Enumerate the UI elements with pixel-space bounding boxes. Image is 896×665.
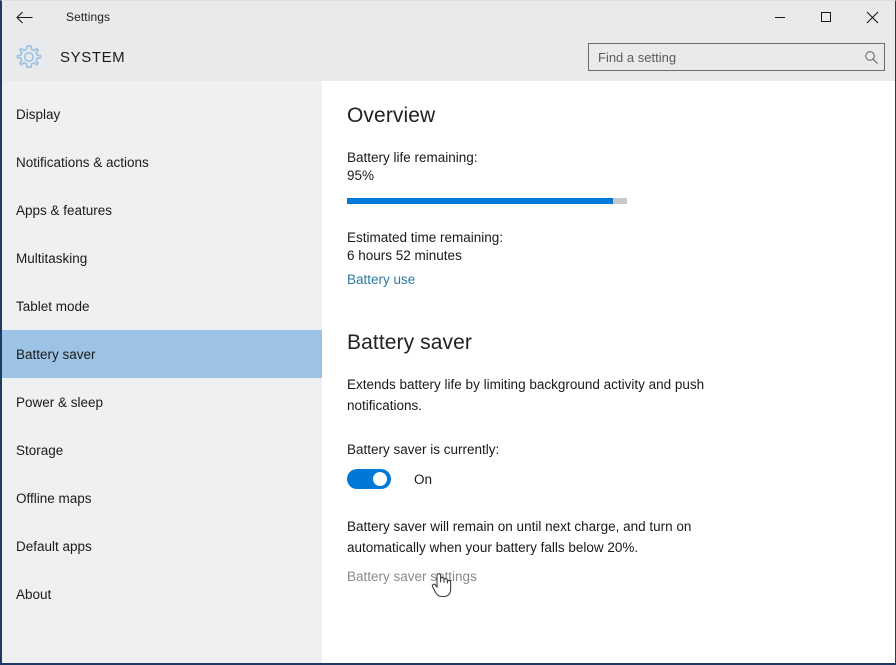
sidebar-item-label: Offline maps [16,491,92,506]
window-controls [757,1,895,33]
battery-use-link[interactable]: Battery use [347,272,415,287]
sidebar-item-label: About [16,587,51,602]
battery-saver-note: Battery saver will remain on until next … [347,516,742,558]
sidebar-item-offline-maps[interactable]: Offline maps [2,474,322,522]
search-box[interactable]: Find a setting [588,43,885,71]
estimated-time-value: 6 hours 52 minutes [347,248,895,263]
settings-window: Settings [0,0,896,665]
minimize-button[interactable] [757,1,803,33]
category-title: SYSTEM [60,49,125,66]
maximize-button[interactable] [803,1,849,33]
sidebar-item-label: Power & sleep [16,395,103,410]
sidebar-item-default-apps[interactable]: Default apps [2,522,322,570]
sidebar-item-power-sleep[interactable]: Power & sleep [2,378,322,426]
sidebar-item-notifications-actions[interactable]: Notifications & actions [2,138,322,186]
maximize-icon [820,11,832,23]
toggle-state-label: On [414,472,432,487]
back-button[interactable] [2,1,46,33]
close-icon [866,11,879,24]
settings-sidebar: Display Notifications & actions Apps & f… [2,81,322,663]
sidebar-item-label: Apps & features [16,203,112,218]
sidebar-item-label: Multitasking [16,251,87,266]
sidebar-item-label: Battery saver [16,347,96,362]
title-bar: Settings [2,1,895,33]
estimated-time-label: Estimated time remaining: [347,230,895,245]
sidebar-item-label: Tablet mode [16,299,90,314]
sidebar-item-battery-saver[interactable]: Battery saver [2,330,322,378]
battery-life-value: 95% [347,168,895,183]
battery-saver-toggle-row: On [347,469,895,489]
window-title: Settings [66,10,110,24]
battery-saver-description: Extends battery life by limiting backgro… [347,374,757,416]
battery-life-label: Battery life remaining: [347,150,895,165]
search-input[interactable]: Find a setting [589,51,858,64]
sidebar-item-tablet-mode[interactable]: Tablet mode [2,282,322,330]
search-icon[interactable] [858,50,884,65]
battery-saver-settings-link[interactable]: Battery saver settings [347,569,477,584]
sidebar-item-apps-features[interactable]: Apps & features [2,186,322,234]
settings-header: SYSTEM Find a setting [2,33,895,81]
toggle-knob [373,472,387,486]
minimize-icon [774,11,786,23]
sidebar-item-multitasking[interactable]: Multitasking [2,234,322,282]
sidebar-item-label: Display [16,107,60,122]
battery-saver-toggle[interactable] [347,469,391,489]
back-arrow-icon [16,11,33,24]
gear-icon [14,42,44,72]
overview-heading: Overview [347,104,895,128]
sidebar-item-about[interactable]: About [2,570,322,618]
sidebar-item-display[interactable]: Display [2,90,322,138]
close-button[interactable] [849,1,895,33]
sidebar-item-storage[interactable]: Storage [2,426,322,474]
battery-saver-status-label: Battery saver is currently: [347,442,895,457]
battery-saver-heading: Battery saver [347,331,895,355]
battery-progress-fill [347,198,613,204]
sidebar-item-label: Storage [16,443,63,458]
settings-content: Overview Battery life remaining: 95% Est… [322,81,895,663]
battery-progress-bar [347,198,627,204]
sidebar-item-label: Default apps [16,539,92,554]
sidebar-item-label: Notifications & actions [16,155,149,170]
